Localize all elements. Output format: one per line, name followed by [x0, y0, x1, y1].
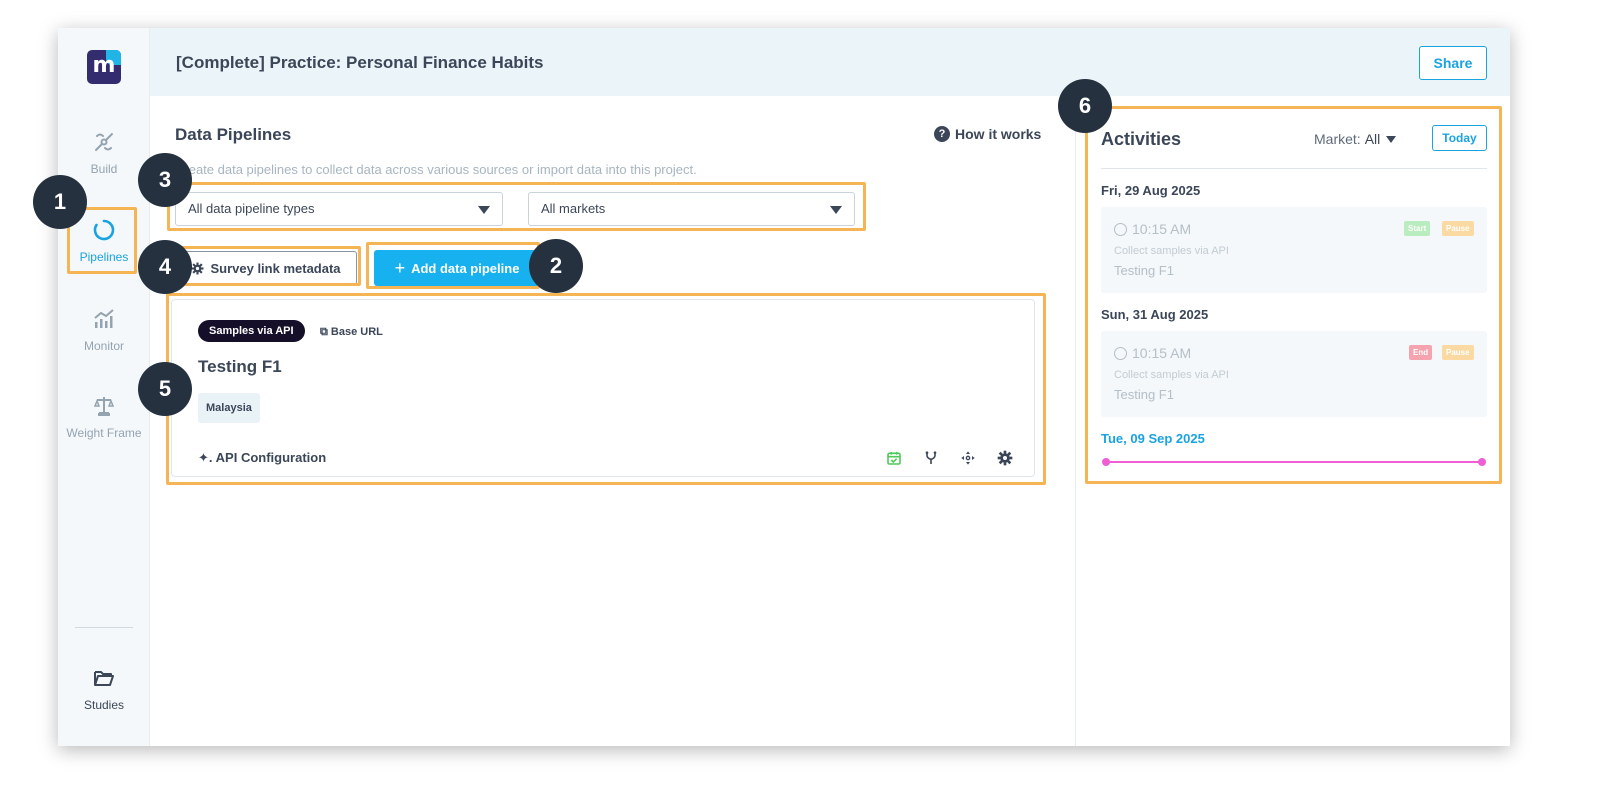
sidebar-item-label: Weight Frame — [66, 426, 142, 440]
plus-icon: + — [394, 257, 406, 278]
help-icon: ? — [934, 126, 950, 142]
market-select[interactable]: All markets — [528, 192, 855, 226]
activity-time: 10:15 AM — [1114, 221, 1191, 237]
annotation-marker: 4 — [138, 240, 192, 294]
pipeline-type-select[interactable]: All data pipeline types — [175, 192, 503, 226]
sidebar-item-label: Pipelines — [79, 250, 129, 264]
annotation-marker: 5 — [138, 362, 192, 416]
activity-time-value: 10:15 AM — [1132, 345, 1192, 361]
activities-divider — [1101, 168, 1487, 169]
move-arrows-icon[interactable] — [958, 449, 978, 467]
activity-description: Collect samples via API — [1114, 245, 1229, 257]
survey-link-metadata-button[interactable]: Survey link metadata — [175, 251, 357, 285]
pipeline-title: Testing F1 — [198, 357, 282, 376]
pause-badge: Pause — [1442, 345, 1474, 360]
sidebar-item-label: Monitor — [83, 339, 124, 353]
activity-date: Fri, 29 Aug 2025 — [1101, 183, 1201, 198]
annotation-marker: 2 — [529, 239, 583, 293]
timeline-start-dot — [1102, 458, 1110, 466]
activity-date: Sun, 31 Aug 2025 — [1101, 307, 1209, 322]
market-select-value: All markets — [541, 201, 606, 216]
base-url-link[interactable]: ⧉ Base URL — [320, 326, 383, 339]
folder-open-icon — [94, 671, 114, 686]
survey-link-metadata-label: Survey link metadata — [210, 260, 341, 276]
chevron-down-icon — [478, 206, 490, 214]
today-button[interactable]: Today — [1432, 125, 1487, 151]
schedule-calendar-icon[interactable] — [884, 449, 904, 467]
sidebar-divider — [75, 627, 133, 628]
annotation-marker: 6 — [1058, 79, 1112, 133]
add-data-pipeline-label: Add data pipeline — [411, 260, 520, 276]
market-filter-label: Market: — [1314, 131, 1361, 147]
activity-item[interactable]: 10:15 AM Collect samples via API Testing… — [1101, 207, 1487, 293]
activity-item[interactable]: 10:15 AM Collect samples via API Testing… — [1101, 331, 1487, 417]
timeline-end-dot — [1478, 458, 1486, 466]
start-badge: Start — [1404, 221, 1431, 236]
sidebar-item-weight-frame[interactable]: Weight Frame — [58, 394, 150, 442]
gear-icon — [192, 262, 204, 274]
how-it-works-link[interactable]: ? How it works — [934, 126, 1041, 142]
activity-name: Testing F1 — [1114, 387, 1174, 402]
sidebar-item-build[interactable]: Build — [58, 130, 150, 178]
pipeline-type-value: All data pipeline types — [188, 201, 315, 216]
page-header: [Complete] Practice: Personal Finance Ha… — [150, 28, 1510, 96]
logo-letter: m — [92, 53, 116, 78]
pause-badge: Pause — [1442, 221, 1474, 236]
sidebar-item-label: Build — [90, 162, 118, 176]
end-badge: End — [1409, 345, 1433, 360]
scale-icon — [93, 397, 115, 416]
caret-down-icon — [1386, 135, 1397, 143]
build-icon — [95, 133, 113, 151]
sidebar-item-monitor[interactable]: Monitor — [58, 307, 150, 355]
annotation-marker: 3 — [138, 153, 192, 207]
app-logo[interactable]: m — [87, 50, 121, 84]
sparkle-icon: ✦. — [198, 450, 213, 465]
page-title: Data Pipelines — [175, 125, 292, 144]
api-configuration-label: API Configuration — [215, 450, 327, 465]
api-configuration-link[interactable]: ✦. API Configuration — [198, 450, 326, 466]
market-filter-value: All — [1364, 131, 1381, 147]
settings-gear-icon[interactable] — [995, 449, 1015, 467]
clock-icon — [1114, 346, 1127, 360]
annotation-marker: 1 — [33, 175, 87, 229]
copy-icon: ⧉ — [320, 326, 328, 338]
share-button[interactable]: Share — [1419, 46, 1487, 80]
today-timeline — [1102, 458, 1486, 466]
pipelines-icon — [93, 219, 115, 241]
activities-market-filter[interactable]: Market: All — [1314, 131, 1397, 147]
monitor-chart-icon — [94, 309, 114, 328]
activity-time: 10:15 AM — [1114, 345, 1191, 361]
app-window: m Build Pipelines Monitor Weight Frame S… — [58, 28, 1510, 746]
activity-description: Collect samples via API — [1114, 369, 1229, 381]
chevron-down-icon — [830, 206, 842, 214]
sidebar: m Build Pipelines Monitor Weight Frame S… — [58, 28, 150, 746]
page-subtitle: Create data pipelines to collect data ac… — [175, 162, 697, 177]
activities-title: Activities — [1101, 129, 1182, 149]
pipeline-card[interactable]: Samples via API ⧉ Base URL Testing F1 Ma… — [171, 299, 1035, 477]
project-title: [Complete] Practice: Personal Finance Ha… — [176, 53, 544, 72]
today-date: Tue, 09 Sep 2025 — [1101, 431, 1205, 446]
how-it-works-label: How it works — [955, 126, 1042, 142]
add-data-pipeline-button[interactable]: + Add data pipeline — [374, 250, 540, 286]
base-url-label: Base URL — [330, 326, 383, 338]
pipeline-type-tag: Samples via API — [198, 320, 305, 342]
card-actions — [884, 449, 1015, 467]
merge-branch-icon[interactable] — [921, 449, 941, 467]
sidebar-item-studies[interactable]: Studies — [58, 666, 150, 714]
activity-name: Testing F1 — [1114, 263, 1174, 278]
clock-icon — [1114, 222, 1127, 236]
activity-time-value: 10:15 AM — [1132, 221, 1192, 237]
sidebar-item-label: Studies — [83, 698, 125, 712]
market-tag: Malaysia — [198, 393, 260, 423]
